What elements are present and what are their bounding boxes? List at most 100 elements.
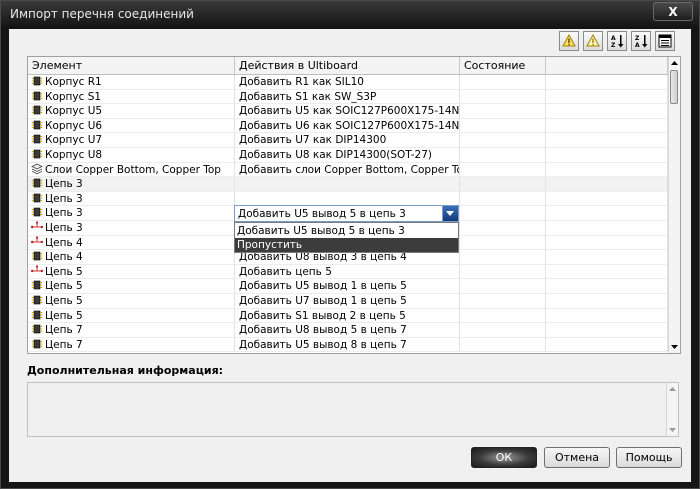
table-row[interactable]: Цепь 3: [28, 177, 668, 192]
action-label: Добавить U6 как SOIC127P600X175-14N: [239, 119, 460, 132]
element-cell: Цепь 7: [28, 323, 235, 338]
title-bar[interactable]: Импорт перечня соединений X: [1, 1, 699, 29]
table-row[interactable]: Цепь 5 Добавить цепь 5: [28, 264, 668, 280]
status-cell: [460, 206, 546, 221]
element-label: Цепь 7: [45, 324, 83, 337]
element-label: Цепь 5: [45, 265, 83, 278]
element-label: Цепь 7: [45, 338, 83, 351]
scroll-up-icon[interactable]: [667, 384, 678, 395]
action-label: Добавить R1 как SIL10: [239, 76, 364, 88]
dropdown-option[interactable]: Добавить U5 вывод 5 в цепь 3: [235, 224, 458, 238]
chip-icon: [31, 295, 43, 305]
table-row[interactable]: Цепь 7 Добавить U5 вывод 8 в цепь 7: [28, 337, 668, 353]
net-icon: [31, 221, 43, 229]
action-cell[interactable]: Добавить U6 как SOIC127P600X175-14N: [235, 118, 460, 134]
table-row[interactable]: Корпус U5 Добавить U5 как SOIC127P600X175…: [28, 104, 668, 119]
extra-cell: [546, 104, 668, 119]
info-vertical-scrollbar[interactable]: [666, 383, 678, 436]
status-cell: [460, 75, 546, 90]
scroll-down-icon[interactable]: [669, 341, 680, 352]
table-row[interactable]: Цепь 5 Добавить S1 вывод 2 в цепь 5: [28, 308, 668, 324]
action-cell[interactable]: Добавить R1 как SIL10: [235, 75, 460, 90]
table-header: Элемент Действия в Ultiboard Состояние: [28, 57, 668, 75]
sort-za-button[interactable]: Z A: [631, 31, 651, 51]
scroll-down-icon[interactable]: [667, 424, 678, 435]
element-cell: Цепь 5: [28, 308, 235, 324]
table-row[interactable]: Корпус R1 Добавить R1 как SIL10: [28, 75, 668, 90]
import-netlist-dialog: Импорт перечня соединений X A Z Z A Элем…: [0, 0, 700, 489]
svg-text:Z: Z: [611, 42, 616, 48]
element-label: Цепь 5: [45, 309, 83, 322]
status-cell: [460, 279, 546, 294]
chip-icon: [31, 208, 43, 217]
element-cell: Корпус R1: [28, 75, 235, 90]
action-cell[interactable]: Добавить слои Copper Bottom, Copper Top: [235, 162, 460, 178]
action-cell[interactable]: Добавить U7 вывод 1 в цепь 5: [235, 294, 460, 309]
column-header-element[interactable]: Элемент: [28, 57, 235, 74]
table-row[interactable]: Слои Copper Bottom, Copper Top Добавить с…: [28, 162, 668, 178]
element-cell: Цепь 3: [28, 177, 235, 192]
element-label: Корпус U7: [45, 134, 103, 147]
action-cell[interactable]: [235, 177, 460, 192]
grid-options-button[interactable]: [655, 31, 675, 51]
element-cell: Цепь 5: [28, 264, 235, 280]
sort-az-button[interactable]: A Z: [607, 31, 627, 51]
chip-icon: [31, 135, 43, 144]
action-cell[interactable]: Добавить U8 вывод 5 в цепь 7: [235, 323, 460, 338]
column-header-action[interactable]: Действия в Ultiboard: [235, 57, 460, 74]
cancel-button[interactable]: Отмена: [544, 447, 610, 468]
scrollbar-thumb[interactable]: [670, 70, 678, 104]
table-row[interactable]: Корпус U7 Добавить U7 как DIP14300: [28, 133, 668, 148]
additional-info-label: Дополнительная информация:: [27, 364, 224, 377]
element-label: Корпус S1: [45, 90, 102, 103]
table-row[interactable]: Цепь 5 Добавить U5 вывод 1 в цепь 5: [28, 279, 668, 294]
extra-cell: [546, 148, 668, 163]
table-row[interactable]: Корпус S1 Добавить S1 как SW_S3P: [28, 89, 668, 105]
action-combobox[interactable]: Добавить U5 вывод 5 в цепь 3: [234, 205, 459, 222]
action-cell[interactable]: Добавить U5 вывод 8 в цепь 7: [235, 337, 460, 353]
status-cell: [460, 89, 546, 105]
chip-icon: [31, 105, 43, 115]
combobox-dropdown-button[interactable]: [442, 206, 458, 221]
warning-outline-button[interactable]: [583, 31, 603, 51]
element-label: Цепь 3: [45, 192, 83, 205]
help-button[interactable]: Помощь: [616, 447, 682, 468]
column-header-status[interactable]: Состояние: [460, 57, 546, 74]
close-button[interactable]: X: [653, 2, 693, 21]
netlist-table[interactable]: Элемент Действия в Ultiboard Состояние К…: [27, 56, 681, 354]
table-row[interactable]: Корпус U8 Добавить U8 как DIP14300(SOT-27…: [28, 148, 668, 163]
action-label: Добавить S1 как SW_S3P: [239, 90, 377, 103]
window-title: Импорт перечня соединений: [10, 7, 194, 21]
element-cell: Цепь 3: [28, 206, 235, 221]
combobox-dropdown-list: Добавить U5 вывод 5 в цепь 3 Пропустить: [234, 222, 459, 253]
element-cell: Корпус U6: [28, 118, 235, 134]
action-cell[interactable]: Добавить цепь 5: [235, 264, 460, 280]
extra-cell: [546, 206, 668, 221]
column-header-extra: [546, 57, 668, 74]
table-vertical-scrollbar[interactable]: [668, 57, 680, 353]
action-cell[interactable]: Добавить U7 как DIP14300: [235, 133, 460, 148]
additional-info-box[interactable]: [27, 382, 679, 437]
warning-filter-button[interactable]: [559, 31, 579, 51]
combobox-value: Добавить U5 вывод 5 в цепь 3: [238, 208, 406, 220]
extra-cell: [546, 162, 668, 178]
element-label: Корпус U5: [45, 105, 103, 118]
table-row[interactable]: Корпус U6 Добавить U6 как SOIC127P600X175…: [28, 118, 668, 134]
dropdown-option-highlighted[interactable]: Пропустить: [235, 238, 458, 252]
action-cell[interactable]: Добавить U8 как DIP14300(SOT-27): [235, 148, 460, 163]
action-cell[interactable]: Добавить S1 вывод 2 в цепь 5: [235, 308, 460, 324]
action-label: Добавить U7 вывод 1 в цепь 5: [239, 295, 407, 307]
element-cell: Цепь 4: [28, 235, 235, 251]
extra-cell: [546, 294, 668, 309]
ok-button[interactable]: ОК: [471, 447, 537, 468]
chip-icon: [31, 120, 43, 130]
action-label: Добавить U5 как SOIC127P600X175-14N: [239, 105, 460, 118]
action-cell[interactable]: Добавить U5 как SOIC127P600X175-14N: [235, 104, 460, 119]
action-cell[interactable]: Добавить S1 как SW_S3P: [235, 89, 460, 105]
table-row[interactable]: Цепь 5 Добавить U7 вывод 1 в цепь 5: [28, 294, 668, 309]
action-cell[interactable]: Добавить U5 вывод 1 в цепь 5: [235, 279, 460, 294]
scroll-up-icon[interactable]: [669, 58, 680, 69]
status-cell: [460, 337, 546, 353]
action-label: Добавить U7 как DIP14300: [239, 134, 387, 147]
table-row[interactable]: Цепь 7 Добавить U8 вывод 5 в цепь 7: [28, 323, 668, 338]
